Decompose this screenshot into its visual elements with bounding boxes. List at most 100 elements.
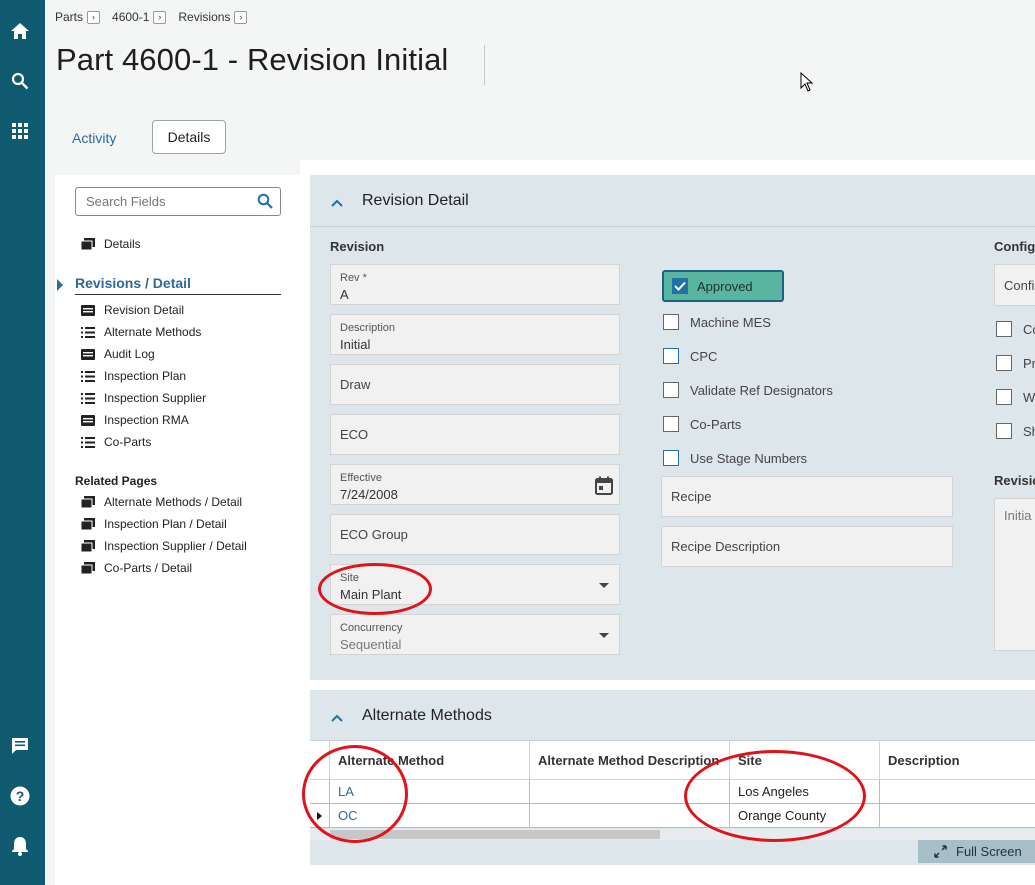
concurrency-select[interactable]: Concurrency Sequential	[330, 614, 620, 655]
row-selector-header	[310, 741, 330, 780]
right-checkbox-co[interactable]: Co	[996, 321, 1035, 337]
bell-icon[interactable]	[9, 835, 31, 857]
right-checkbox-we[interactable]: We	[996, 389, 1035, 405]
search-fields-box	[75, 187, 281, 216]
revision-detail-header[interactable]: Revision Detail	[310, 175, 1035, 227]
eco-group-field[interactable]: ECO Group	[330, 514, 620, 555]
alternate-methods-header[interactable]: Alternate Methods	[310, 690, 1035, 741]
effective-date-field[interactable]: Effective 7/24/2008	[330, 464, 620, 505]
revision-detail-title: Revision Detail	[362, 192, 469, 209]
search-fields-input[interactable]	[76, 188, 246, 215]
configuration-field[interactable]: Confi	[994, 264, 1035, 306]
pages-icon	[80, 518, 95, 530]
table-cell-description[interactable]	[530, 780, 730, 804]
table-cell-method[interactable]: OC	[330, 804, 530, 828]
list-icon	[80, 326, 95, 338]
right-checkbox-sh[interactable]: Sh	[996, 423, 1035, 439]
right-checkbox-pr[interactable]: Pr	[996, 355, 1035, 371]
nav-item-revision-detail[interactable]: Revision Detail	[80, 303, 184, 317]
nav-item-co-parts[interactable]: Co-Parts	[80, 435, 151, 449]
nav-section-revisions-detail[interactable]: Revisions / Detail	[75, 275, 281, 295]
list-icon	[80, 370, 95, 382]
mouse-cursor-icon	[800, 71, 814, 95]
nav-item-inspection-supplier[interactable]: Inspection Supplier	[80, 391, 206, 405]
related-pages-heading: Related Pages	[75, 474, 158, 488]
page-title: Part 4600-1 - Revision Initial	[56, 42, 449, 77]
home-icon[interactable]	[9, 20, 31, 42]
chat-icon[interactable]	[9, 735, 31, 757]
app-rail: ?	[0, 0, 45, 885]
chevron-down-icon[interactable]	[599, 583, 609, 588]
chevron-right-icon[interactable]: ›	[234, 10, 248, 24]
expand-icon	[934, 845, 947, 858]
table-cell-site[interactable]: Orange County	[730, 804, 880, 828]
column-header[interactable]: Alternate Method Description	[530, 741, 730, 780]
recipe-description-field[interactable]: Recipe Description	[661, 526, 953, 567]
scrollbar-thumb[interactable]	[330, 830, 660, 839]
checkmark-icon	[672, 278, 688, 294]
use-stage-numbers-checkbox[interactable]: Use Stage Numbers	[663, 450, 807, 466]
related-inspection-supplier-detail[interactable]: Inspection Supplier / Detail	[80, 539, 247, 553]
nav-item-details[interactable]: Details	[80, 237, 141, 251]
revision-detail-card: Revision Detail Revision Configu Rev * A…	[310, 175, 1035, 680]
eco-field[interactable]: ECO	[330, 414, 620, 455]
column-header[interactable]: Description	[880, 741, 1035, 780]
svg-text:?: ?	[16, 788, 25, 804]
alternate-methods-title: Alternate Methods	[362, 707, 492, 724]
cpc-checkbox[interactable]: CPC	[663, 348, 717, 364]
horizontal-scrollbar[interactable]	[310, 829, 1035, 840]
chevron-right-icon[interactable]: ›	[153, 10, 167, 24]
section-revision-text-label: Revisio	[994, 473, 1035, 488]
list-icon	[80, 436, 95, 448]
calendar-icon[interactable]	[595, 476, 613, 498]
related-inspection-plan-detail[interactable]: Inspection Plan / Detail	[80, 517, 227, 531]
search-icon[interactable]	[9, 70, 31, 92]
nav-item-audit-log[interactable]: Audit Log	[80, 347, 155, 361]
row-selector[interactable]	[310, 804, 330, 828]
tab-details[interactable]: Details	[152, 120, 226, 154]
table-cell-desc[interactable]	[880, 804, 1035, 828]
tab-activity[interactable]: Activity	[72, 130, 116, 146]
full-screen-button[interactable]: Full Screen	[918, 840, 1035, 863]
breadcrumb: Parts › 4600-1 › Revisions ›	[55, 10, 259, 24]
chevron-down-icon[interactable]	[599, 633, 609, 638]
table-cell-desc[interactable]	[880, 780, 1035, 804]
nav-item-inspection-plan[interactable]: Inspection Plan	[80, 369, 186, 383]
search-icon[interactable]	[257, 193, 273, 212]
breadcrumb-item[interactable]: Revisions	[178, 10, 230, 24]
site-select[interactable]: Site Main Plant	[330, 564, 620, 605]
form-icon	[80, 414, 95, 426]
pages-icon	[80, 562, 95, 574]
table-cell-method[interactable]: LA	[330, 780, 530, 804]
related-co-parts-detail[interactable]: Co-Parts / Detail	[80, 561, 192, 575]
column-header[interactable]: Alternate Method	[330, 741, 530, 780]
table-cell-site[interactable]: Los Angeles	[730, 780, 880, 804]
column-header[interactable]: Site	[730, 741, 880, 780]
breadcrumb-item[interactable]: 4600-1	[112, 10, 149, 24]
chevron-up-icon[interactable]	[331, 710, 343, 725]
recipe-field[interactable]: Recipe	[661, 476, 953, 517]
section-configuration-label: Configu	[994, 239, 1035, 254]
co-parts-checkbox[interactable]: Co-Parts	[663, 416, 741, 432]
breadcrumb-item[interactable]: Parts	[55, 10, 83, 24]
approved-checkbox[interactable]: Approved	[662, 270, 784, 302]
help-icon[interactable]: ?	[9, 785, 31, 807]
field-navigator: Details Revisions / Detail Revision Deta…	[55, 175, 300, 885]
chevron-up-icon[interactable]	[331, 195, 343, 210]
nav-item-inspection-rma[interactable]: Inspection RMA	[80, 413, 189, 427]
draw-field[interactable]: Draw	[330, 364, 620, 405]
validate-ref-designators-checkbox[interactable]: Validate Ref Designators	[663, 382, 833, 398]
revision-text-area[interactable]: Initia	[994, 498, 1035, 651]
rev-field[interactable]: Rev * A	[330, 264, 620, 305]
table-cell-description[interactable]	[530, 804, 730, 828]
chevron-right-icon[interactable]: ›	[87, 10, 101, 24]
nav-item-alternate-methods[interactable]: Alternate Methods	[80, 325, 201, 339]
pages-icon	[80, 540, 95, 552]
page-header: Parts › 4600-1 › Revisions › Part 4600-1…	[45, 0, 1035, 160]
description-field[interactable]: Description Initial	[330, 314, 620, 355]
machine-mes-checkbox[interactable]: Machine MES	[663, 314, 771, 330]
row-selector[interactable]	[310, 780, 330, 804]
related-alternate-methods-detail[interactable]: Alternate Methods / Detail	[80, 495, 242, 509]
section-revision-label: Revision	[330, 239, 385, 254]
apps-grid-icon[interactable]	[9, 120, 31, 142]
